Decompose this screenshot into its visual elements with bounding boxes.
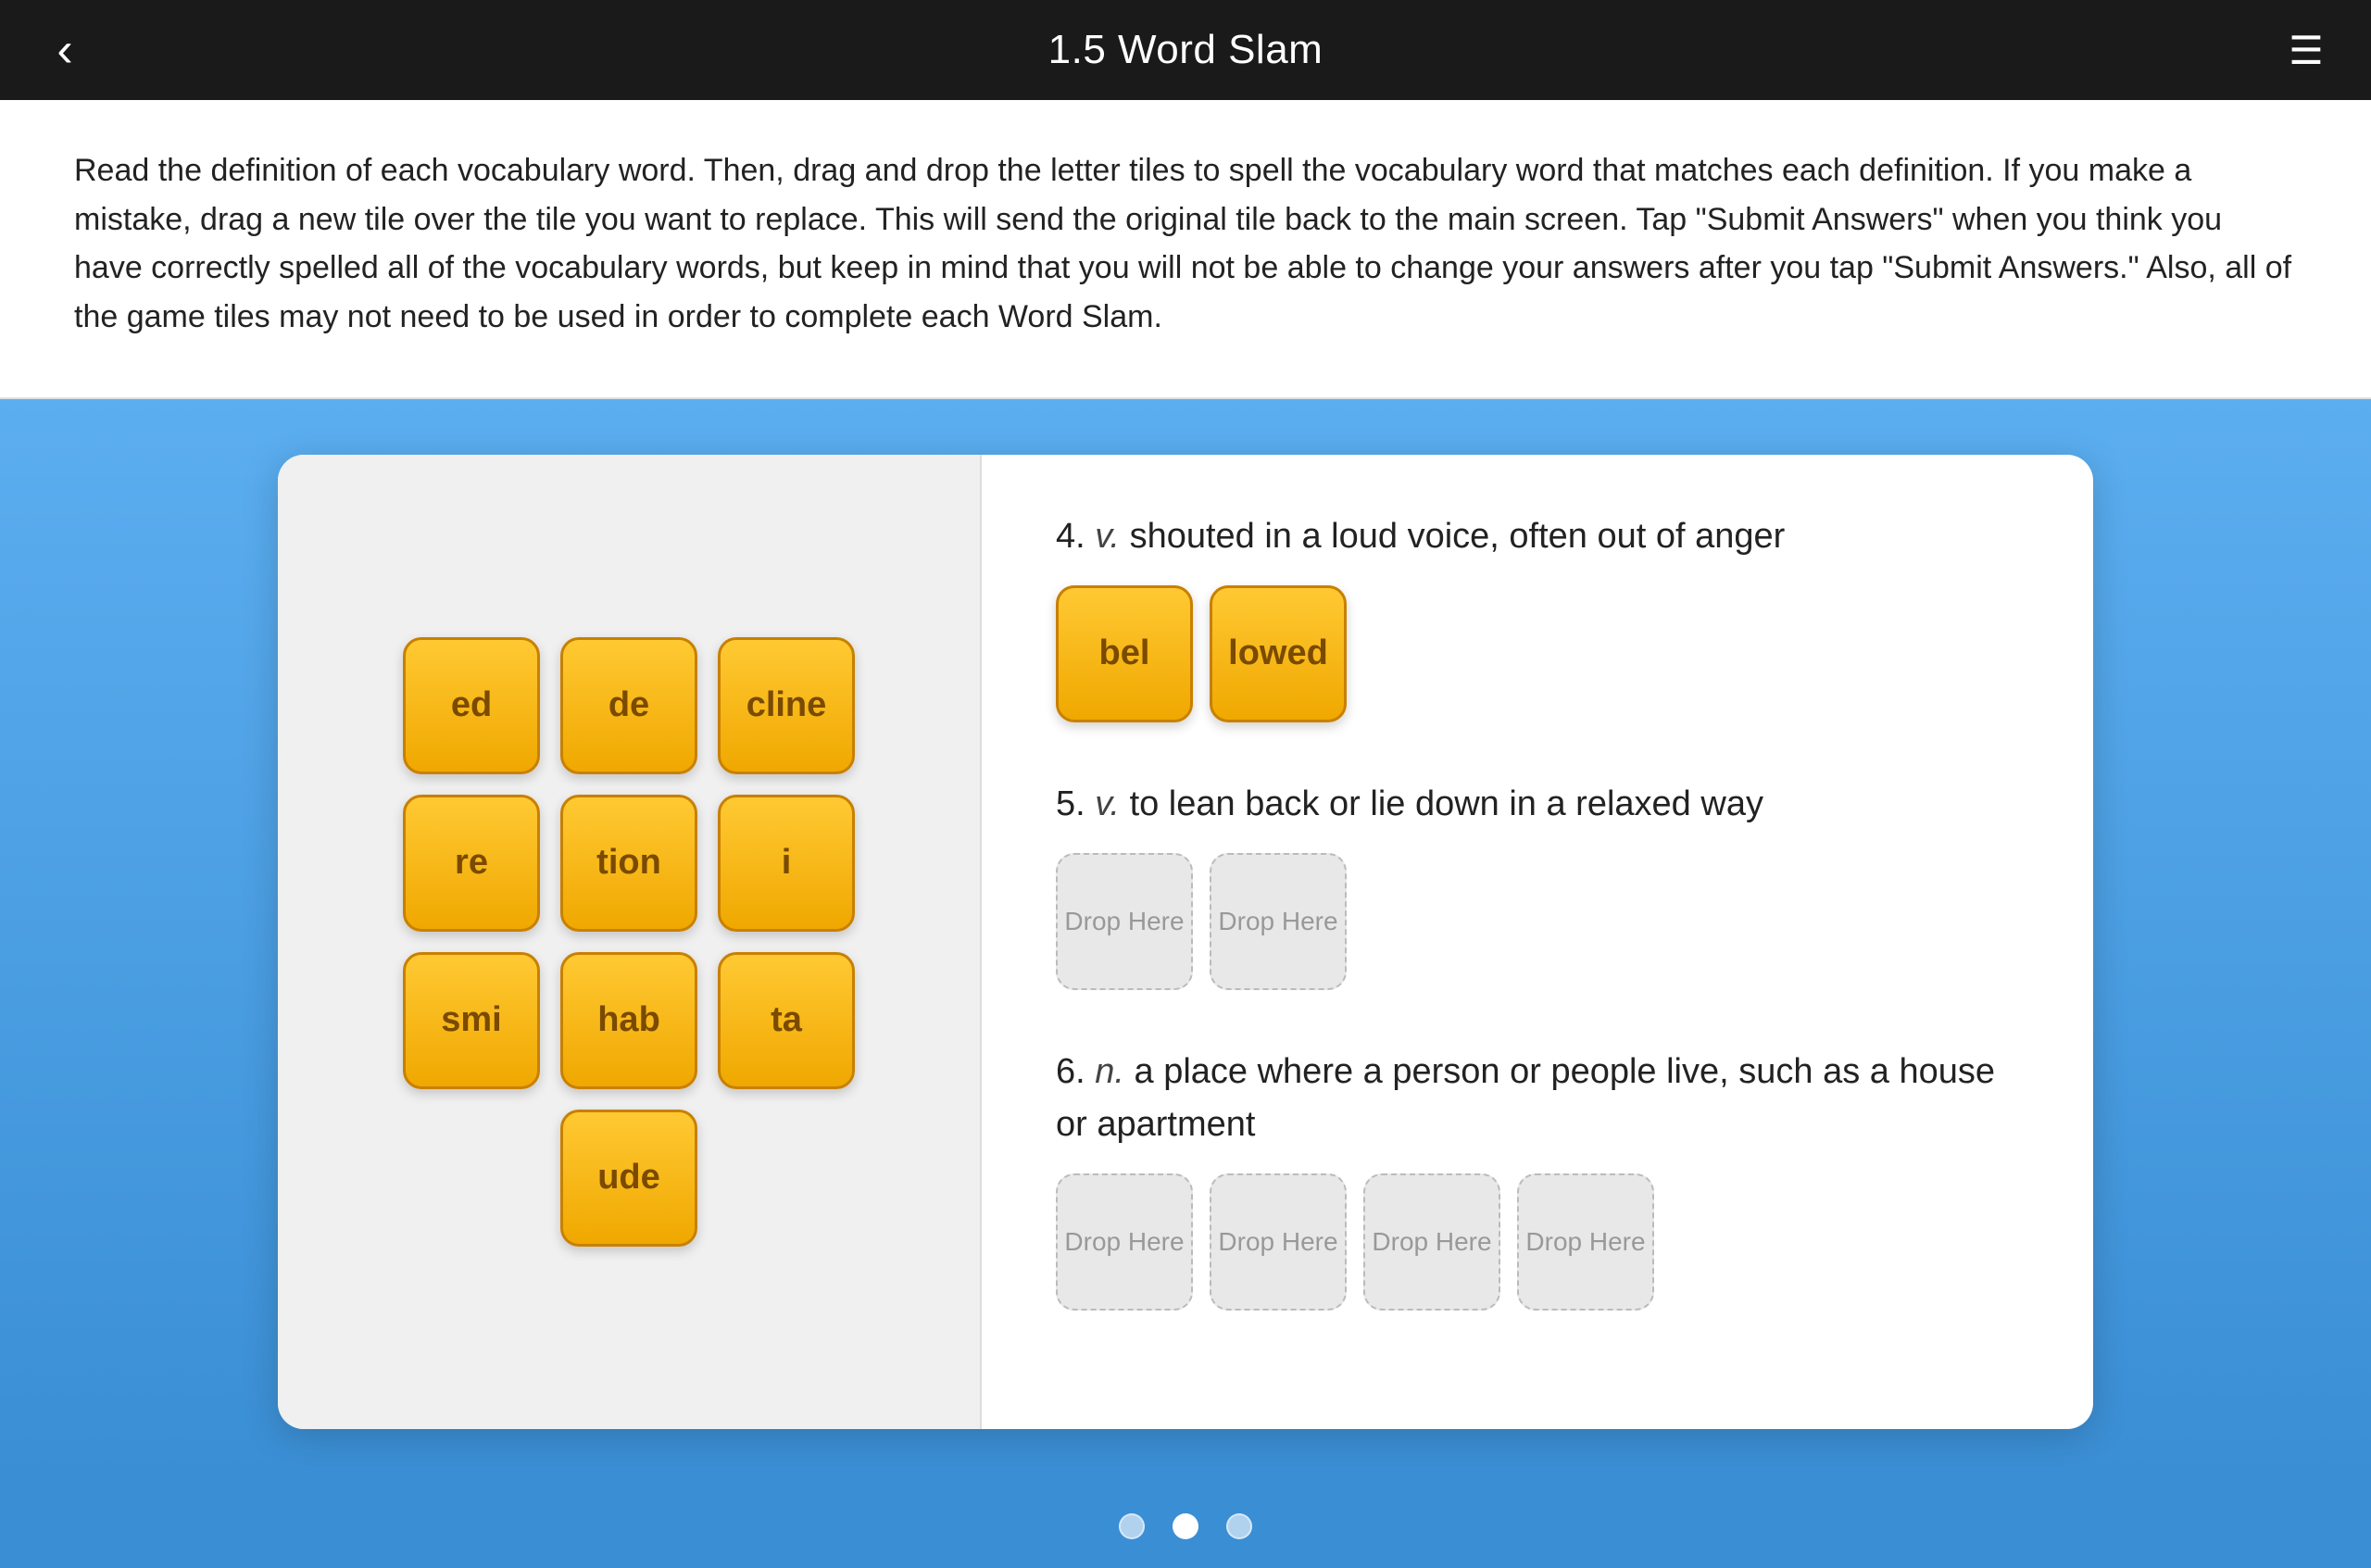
definition-item-6: 6. n. a place where a person or people l… (1056, 1046, 2019, 1311)
tiles-grid: ed de cline re tion i smi hab ta ude (403, 637, 855, 1247)
definition-4-drop-zones: bel lowed (1056, 585, 2019, 722)
drop-tile-4-1[interactable]: bel (1056, 585, 1193, 722)
definition-6-body: a place where a person or people live, s… (1056, 1052, 1995, 1144)
tile-ta[interactable]: ta (718, 952, 855, 1089)
header: ‹ 1.5 Word Slam ☰ (0, 0, 2371, 100)
definition-4-body: shouted in a loud voice, often out of an… (1130, 517, 1786, 556)
instructions-content: Read the definition of each vocabulary w… (74, 153, 2291, 334)
tile-ed[interactable]: ed (403, 637, 540, 774)
definition-6-drop-zones: Drop Here Drop Here Drop Here Drop Here (1056, 1173, 2019, 1311)
definition-5-pos: v. (1095, 784, 1120, 823)
tile-re[interactable]: re (403, 795, 540, 932)
menu-icon: ☰ (2289, 28, 2324, 73)
drop-tile-5-2[interactable]: Drop Here (1210, 853, 1347, 990)
game-container: ed de cline re tion i smi hab ta ude 4. … (0, 399, 2371, 1485)
tile-cline[interactable]: cline (718, 637, 855, 774)
tile-hab[interactable]: hab (560, 952, 697, 1089)
pagination (0, 1485, 2371, 1568)
definition-6-text: 6. n. a place where a person or people l… (1056, 1046, 2019, 1151)
definition-5-text: 5. v. to lean back or lie down in a rela… (1056, 778, 2019, 831)
page-title: 1.5 Word Slam (1048, 27, 1323, 73)
definition-5-body: to lean back or lie down in a relaxed wa… (1130, 784, 1763, 823)
definition-6-pos: n. (1095, 1052, 1124, 1091)
tile-i[interactable]: i (718, 795, 855, 932)
pagination-dot-3[interactable] (1226, 1513, 1252, 1539)
tiles-panel: ed de cline re tion i smi hab ta ude (278, 455, 982, 1429)
definition-4-text: 4. v. shouted in a loud voice, often out… (1056, 510, 2019, 563)
tile-smi[interactable]: smi (403, 952, 540, 1089)
drop-tile-5-1[interactable]: Drop Here (1056, 853, 1193, 990)
definition-5-drop-zones: Drop Here Drop Here (1056, 853, 2019, 990)
back-icon: ‹ (56, 22, 72, 78)
definition-6-number: 6. (1056, 1052, 1095, 1091)
definition-4-number: 4. (1056, 517, 1095, 556)
tile-tion[interactable]: tion (560, 795, 697, 932)
drop-tile-6-2[interactable]: Drop Here (1210, 1173, 1347, 1311)
pagination-dot-2[interactable] (1173, 1513, 1198, 1539)
drop-tile-6-3[interactable]: Drop Here (1363, 1173, 1500, 1311)
definition-4-pos: v. (1095, 517, 1120, 556)
definitions-panel: 4. v. shouted in a loud voice, often out… (982, 455, 2093, 1429)
instructions-text: Read the definition of each vocabulary w… (0, 100, 2371, 399)
drop-tile-4-2[interactable]: lowed (1210, 585, 1347, 722)
definition-item-5: 5. v. to lean back or lie down in a rela… (1056, 778, 2019, 990)
tile-ude[interactable]: ude (560, 1110, 697, 1247)
definition-item-4: 4. v. shouted in a loud voice, often out… (1056, 510, 2019, 722)
menu-button[interactable]: ☰ (2278, 22, 2334, 78)
definition-5-number: 5. (1056, 784, 1095, 823)
pagination-dot-1[interactable] (1119, 1513, 1145, 1539)
drop-tile-6-1[interactable]: Drop Here (1056, 1173, 1193, 1311)
game-panel: ed de cline re tion i smi hab ta ude 4. … (278, 455, 2093, 1429)
drop-tile-6-4[interactable]: Drop Here (1517, 1173, 1654, 1311)
tile-de[interactable]: de (560, 637, 697, 774)
back-button[interactable]: ‹ (37, 22, 93, 78)
